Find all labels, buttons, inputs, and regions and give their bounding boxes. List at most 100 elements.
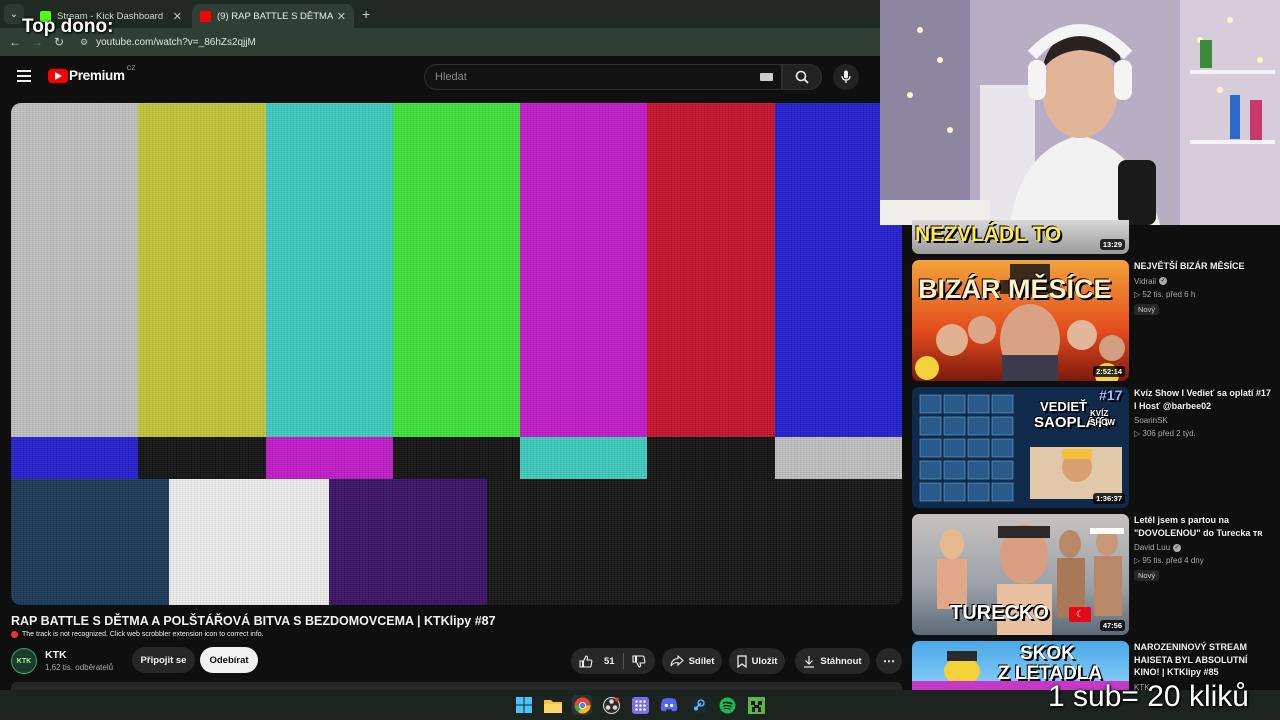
like-button[interactable]: 51 [579,654,615,668]
thumbnail-text: NEZVLÁDL TO [915,223,1062,246]
url-field[interactable]: ⚙ youtube.com/watch?v=_86hZs2qjjM [80,37,256,48]
scrobbler-notice[interactable]: The track is not recognized. Click web s… [11,631,264,638]
video-thumbnail[interactable]: NEZVLÁDL TO 13:29 [912,220,1129,254]
channel-name[interactable]: Vidrail [1134,277,1156,286]
video-player[interactable] [11,103,902,605]
youtube-header: Premium CZ Hledat [0,56,880,100]
tab-youtube-video[interactable]: (9) RAP BATTLE S DĚTMA A POL ✕ [192,4,354,28]
test-pattern-bottom-block [169,479,329,605]
join-button[interactable]: Připojit se [132,647,195,673]
test-pattern-mid-bar [265,437,394,479]
channel-row: Vidrail ✓ [1134,277,1274,286]
test-pattern-bar [647,103,776,437]
test-pattern-bar [138,103,267,437]
thumbs-down-icon[interactable] [632,654,646,668]
quiz-tile [919,460,942,480]
duration-badge: 2:52:14 [1093,366,1125,377]
quiz-tile [919,482,942,502]
channel-avatar[interactable]: KTK [11,648,37,674]
test-pattern-mid-bar [11,437,140,479]
video-thumbnail[interactable]: TURECKO ☾ 47:56 [912,514,1129,635]
test-pattern-bar [265,103,394,437]
youtube-favicon-icon [200,10,211,22]
quiz-tile [967,394,990,414]
subscription-goal-label: 1 sub= 20 kliků [1048,680,1249,713]
test-pattern-bottom-block [329,479,487,605]
subscriber-count: 1,62 tis. odběratelů [45,663,114,672]
video-title[interactable]: Letěl jsem s partou na "DOVOLENOU" do Tu… [1134,514,1274,539]
more-actions-button[interactable]: ⋯ [876,648,902,674]
windows-start-icon[interactable] [514,695,534,715]
quiz-tile [967,482,990,502]
video-info: Kvíz Show I Vedieť sa oplatí #17 I Hosť … [1134,387,1274,438]
menu-icon[interactable] [17,70,31,82]
channel-name[interactable]: David Luu [1134,543,1170,552]
minecraft-icon[interactable] [746,695,766,715]
close-tab-icon[interactable]: ✕ [173,10,182,23]
discord-icon[interactable] [659,695,679,715]
channel-name[interactable]: SoarinSK [1134,416,1168,425]
site-info-icon[interactable]: ⚙ [80,37,88,48]
bookmark-icon [736,654,747,668]
search-button[interactable] [782,64,822,90]
close-tab-icon[interactable]: ✕ [337,10,346,23]
search-icon [795,70,809,84]
quiz-tile [943,416,966,436]
tab-search-button[interactable]: ⌄ [4,4,24,24]
channel-name[interactable]: KTK [45,649,67,661]
screen: Top dono: ⌄ Stream - Kick Dashboard ✕ (9… [0,0,1280,720]
thumbnail-text-1: VEDIEŤ [1040,399,1087,414]
test-pattern-mid-bar [520,437,649,479]
new-tab-icon[interactable]: + [362,6,370,22]
app-grid-icon[interactable] [630,695,650,715]
turkey-flag-icon: ☾ [1069,607,1091,622]
save-button[interactable]: Uložit [729,648,785,674]
thumbnail-text-1: SKOK [1020,643,1075,664]
keyboard-icon[interactable] [760,73,773,81]
test-pattern-bar [11,103,140,437]
subscribe-button[interactable]: Odebírat [200,647,258,673]
download-button[interactable]: Stáhnout [795,648,870,674]
share-button[interactable]: Sdílet [662,648,722,674]
duration-badge: 1:36:37 [1093,493,1125,504]
video-title: RAP BATTLE S DĚTMA A POLŠTÁŘOVÁ BITVA S … [11,614,496,628]
quiz-tile [967,460,990,480]
test-pattern-bar [520,103,649,437]
verified-icon: ✓ [1173,543,1182,552]
thumbnail-text: TURECKO [950,602,1049,624]
file-explorer-icon[interactable] [543,695,563,715]
thumbnail-art [919,394,1122,502]
url-text: youtube.com/watch?v=_86hZs2qjjM [96,36,256,48]
video-thumbnail[interactable]: #17 VEDIEŤ SAOPLATÍ KVÍZ SHOW 1:36:37 [912,387,1129,508]
video-info: NEJVĚTŠÍ BIZÁR MĚSÍCE Vidrail ✓ ▷ 52 tis.… [1134,260,1274,317]
test-pattern-bar [392,103,522,437]
obs-icon[interactable] [601,695,621,715]
video-title[interactable]: NAROZENINOVÝ STREAM HAISETA BYL ABSOLUTN… [1134,641,1274,679]
voice-search-button[interactable] [833,64,859,90]
new-badge: Nový [1134,570,1160,581]
browser-address-bar: ← → ↻ ⚙ youtube.com/watch?v=_86hZs2qjjM [0,28,880,56]
search-input[interactable]: Hledat [424,64,782,90]
view-meta: ▷ 52 tis. před 6 h [1134,289,1196,299]
video-thumbnail[interactable]: BIZÁR MĚSÍCE 2:52:14 [912,260,1129,381]
thumbnail-text: BIZÁR MĚSÍCE [918,274,1112,304]
tab-title: (9) RAP BATTLE S DĚTMA A POL [217,10,333,22]
share-label: Sdílet [688,655,715,667]
like-count: 51 [604,655,615,667]
quiz-tile [991,416,1014,436]
description-box[interactable] [11,682,902,690]
video-info: Letěl jsem s partou na "DOVOLENOU" do Tu… [1134,514,1274,583]
save-label: Uložit [751,655,778,667]
spotify-icon[interactable] [717,695,737,715]
like-divider [622,653,624,669]
quiz-tile [919,416,942,436]
test-pattern-mid-bar [774,437,902,479]
quiz-tile [943,438,966,458]
download-icon [804,655,815,668]
video-title[interactable]: NEJVĚTŠÍ BIZÁR MĚSÍCE [1134,260,1274,273]
steam-icon[interactable] [688,695,708,715]
video-title[interactable]: Kvíz Show I Vedieť sa oplatí #17 I Hosť … [1134,387,1274,412]
top-donor-label: Top dono: [22,16,114,37]
chrome-icon[interactable] [572,695,592,715]
youtube-logo[interactable]: Premium CZ [48,65,135,83]
